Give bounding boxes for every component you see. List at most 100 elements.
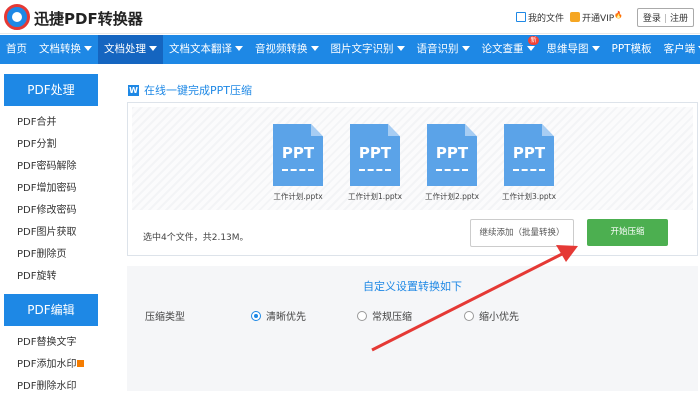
page-title-text: 在线一键完成PPT压缩 — [144, 84, 252, 97]
top-header: 迅捷PDF转换器 我的文件 开通VIP🔥 登录 | 注册 — [0, 0, 700, 34]
compress-option-radio[interactable]: 常规压缩 — [357, 308, 412, 323]
sidebar-item-label: PDF旋转 — [17, 271, 57, 282]
radio-circle-icon — [464, 310, 474, 321]
sidebar-list-edit: PDF替换文字 PDF添加水印 PDF删除水印 — [4, 326, 98, 398]
nav-item-label: 文档转换 — [39, 43, 81, 55]
chevron-down-icon — [310, 46, 319, 51]
nav-item-1[interactable]: 文档转换 — [33, 35, 98, 64]
nav-item-label: 图片文字识别 — [330, 43, 394, 55]
file-summary: 选中4个文件，共2.13M。 — [143, 233, 249, 243]
sidebar-item-label: PDF合并 — [17, 117, 57, 128]
my-files-label: 我的文件 — [527, 14, 564, 24]
register-link[interactable]: 注册 — [670, 14, 688, 24]
sidebar-item-label: PDF增加密码 — [17, 183, 77, 194]
login-register-box: 登录 | 注册 — [636, 8, 694, 27]
sidebar-item[interactable]: PDF旋转 — [4, 266, 98, 288]
sidebar-item[interactable]: PDF删除水印 — [4, 376, 98, 398]
nav-item-5[interactable]: 图片文字识别 — [325, 35, 411, 64]
ppt-dash-line — [513, 169, 545, 171]
word-icon: W — [128, 84, 139, 96]
file-name: 工作计划1.pptx — [347, 192, 403, 201]
chevron-down-icon — [235, 46, 243, 51]
sidebar-item-label: PDF删除水印 — [17, 381, 77, 392]
nav-item-label: PPT模板 — [611, 43, 652, 55]
my-files-link[interactable]: 我的文件 — [515, 11, 564, 24]
sidebar-item-label: PDF删除页 — [17, 249, 67, 260]
sidebar-list-process: PDF合并 PDF分割 PDF密码解除 PDF增加密码 PDF修改密码 PDF图片获取 PD… — [4, 106, 98, 288]
logo-icon[interactable] — [4, 4, 30, 30]
nav-item-6[interactable]: 语音识别 — [411, 35, 476, 64]
sidebar-item[interactable]: PDF删除页 — [4, 244, 98, 266]
nav-item-2[interactable]: 文档处理 — [98, 35, 163, 64]
file-name: 工作计划.pptx — [273, 192, 323, 201]
sidebar: PDF处理 PDF合并 PDF分割 PDF密码解除 PDF增加密码 PDF修改密码 PDF… — [4, 74, 98, 392]
file-name: 工作计划3.pptx — [501, 192, 557, 201]
sidebar-group-pdf-edit[interactable]: PDF编辑 — [4, 294, 98, 326]
start-compress-button[interactable]: 开始压缩 — [587, 219, 668, 246]
nav-item-label: 思维导图 — [546, 43, 589, 55]
chevron-down-icon — [526, 46, 535, 51]
file-card[interactable]: PPT 工作计划3.pptx — [498, 124, 560, 202]
compress-type-label: 压缩类型 — [145, 312, 185, 323]
ppt-file-icon: PPT — [273, 124, 323, 186]
vip-label: 开通VIP — [581, 14, 615, 24]
sidebar-item[interactable]: PDF修改密码 — [4, 200, 98, 222]
ppt-label: PPT — [512, 144, 546, 162]
file-card[interactable]: PPT 工作计划2.pptx — [421, 124, 483, 202]
page-title: W 在线一键完成PPT压缩 — [128, 82, 252, 98]
ppt-file-icon: PPT — [504, 124, 554, 186]
file-icon — [515, 12, 526, 22]
radio-label: 清晰优先 — [266, 312, 306, 323]
sidebar-item-label: PDF分割 — [17, 139, 57, 150]
radio-label: 缩小优先 — [479, 312, 519, 323]
nav-item-label: 论文查重 — [481, 43, 524, 55]
chevron-down-icon — [396, 46, 405, 51]
file-drop-zone[interactable]: PPT 工作计划.pptx PPT 工作计划1.pptx PPT 工作计划2.pptx PP… — [132, 107, 693, 210]
sidebar-item[interactable]: PDF分割 — [4, 134, 98, 156]
nav-item-3[interactable]: 文档文本翻译 — [163, 35, 249, 64]
chevron-down-icon — [461, 46, 470, 51]
file-name: 工作计划2.pptx — [424, 192, 480, 201]
settings-title: 自定义设置转换如下 — [363, 280, 462, 293]
ppt-label: PPT — [358, 144, 392, 162]
nav-item-label: 客户端 — [663, 43, 696, 55]
nav-item-7[interactable]: 论文查重新 — [476, 35, 541, 64]
ppt-label: PPT — [435, 144, 469, 162]
radio-label: 常规压缩 — [372, 312, 412, 323]
vip-icon — [569, 12, 580, 22]
vip-mini-icon — [77, 360, 85, 367]
file-card[interactable]: PPT 工作计划1.pptx — [344, 124, 406, 202]
nav-item-9[interactable]: PPT模板 — [606, 35, 658, 64]
ppt-file-icon: PPT — [427, 124, 477, 186]
sidebar-item[interactable]: PDF添加水印 — [4, 354, 98, 376]
brand-name[interactable]: 迅捷PDF转换器 — [34, 8, 143, 29]
sidebar-item-label: PDF修改密码 — [17, 205, 77, 216]
nav-item-4[interactable]: 音视频转换 — [249, 35, 325, 64]
ppt-dash-line — [359, 169, 391, 171]
nav-item-label: 音视频转换 — [255, 43, 308, 55]
sidebar-item[interactable]: PDF图片获取 — [4, 222, 98, 244]
sidebar-item-label: PDF图片获取 — [17, 227, 77, 238]
radio-circle-icon — [357, 310, 367, 321]
add-more-button[interactable]: 继续添加（批量转换） — [470, 219, 574, 247]
sidebar-group-pdf-process[interactable]: PDF处理 — [4, 74, 98, 106]
chevron-down-icon — [591, 46, 600, 51]
sidebar-item[interactable]: PDF替换文字 — [4, 332, 98, 354]
sidebar-item[interactable]: PDF增加密码 — [4, 178, 98, 200]
vip-hot-tag: 🔥 — [614, 11, 623, 19]
sidebar-item[interactable]: PDF密码解除 — [4, 156, 98, 178]
nav-item-10[interactable]: 客户端 — [658, 35, 700, 64]
login-link[interactable]: 登录 — [643, 14, 661, 24]
sidebar-item[interactable]: PDF合并 — [4, 112, 98, 134]
new-badge: 新 — [528, 36, 539, 45]
nav-item-0[interactable]: 首页 — [0, 35, 33, 64]
compress-option-radio[interactable]: 清晰优先 — [251, 308, 306, 323]
nav-item-label: 语音识别 — [416, 43, 459, 55]
vip-link[interactable]: 开通VIP🔥 — [569, 11, 623, 24]
settings-panel: 自定义设置转换如下 压缩类型 清晰优先 常规压缩 缩小优先 — [127, 266, 698, 391]
nav-item-8[interactable]: 思维导图 — [541, 35, 606, 64]
file-card[interactable]: PPT 工作计划.pptx — [267, 124, 329, 202]
compress-option-radio[interactable]: 缩小优先 — [464, 308, 519, 323]
chevron-down-icon — [84, 46, 92, 51]
ppt-dash-line — [282, 169, 314, 171]
